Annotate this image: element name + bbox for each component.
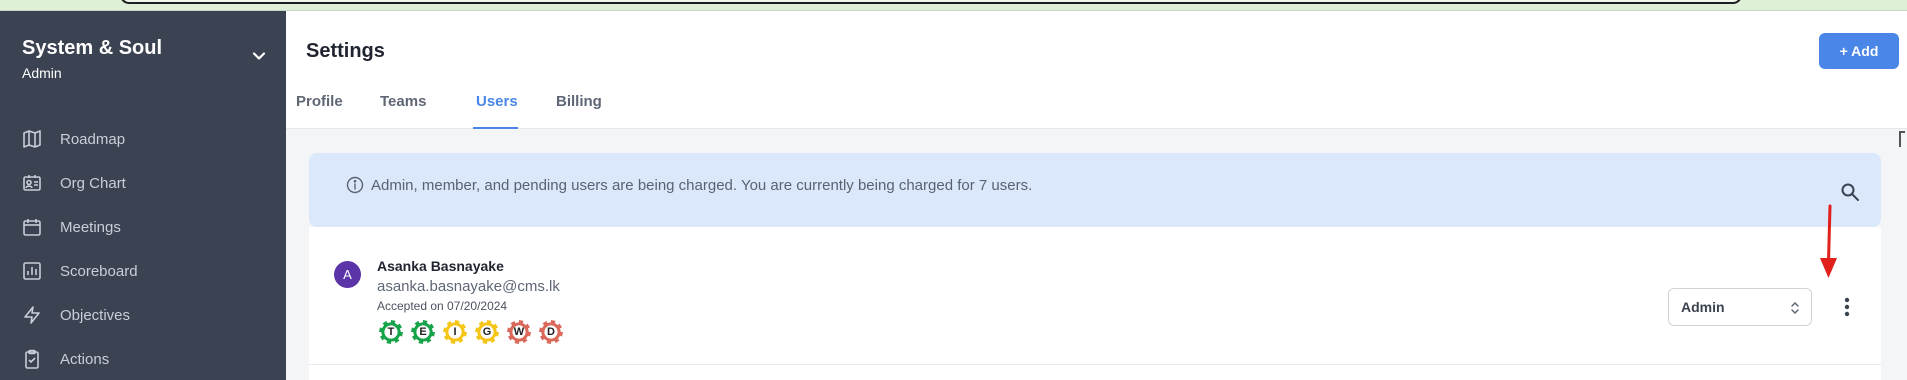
main-area: Settings + Add Profile Teams Users Billi…	[286, 11, 1907, 380]
org-switcher[interactable]: System & Soul Admin	[22, 37, 162, 81]
sidebar-nav: Roadmap Org Chart Meetings Scoreboard Ob…	[0, 117, 286, 380]
search-icon[interactable]	[1840, 182, 1860, 202]
badge-t-icon: T	[378, 319, 404, 345]
settings-header: Settings + Add Profile Teams Users Billi…	[286, 11, 1907, 129]
clipboard-check-icon	[25, 349, 39, 369]
sidebar-item-label: Org Chart	[60, 174, 126, 192]
lightning-icon	[24, 306, 40, 324]
role-select[interactable]: Admin	[1668, 288, 1812, 326]
badge-letter: D	[547, 326, 555, 338]
info-icon	[346, 176, 364, 194]
sidebar-item-roadmap[interactable]: Roadmap	[0, 117, 286, 161]
role-select-value: Admin	[1681, 299, 1725, 315]
badge-w-icon: W	[506, 319, 532, 345]
sidebar: System & Soul Admin Roadmap Org Chart Me…	[0, 11, 286, 380]
badge-i-icon: I	[442, 319, 468, 345]
sidebar-item-scoreboard[interactable]: Scoreboard	[0, 249, 286, 293]
add-button[interactable]: + Add	[1819, 33, 1899, 69]
badge-letter: E	[419, 326, 427, 338]
billing-info-banner: Admin, member, and pending users are bei…	[309, 153, 1881, 227]
sidebar-item-label: Actions	[60, 350, 110, 368]
org-name: System & Soul	[22, 37, 163, 59]
annotation-arrow-icon	[1820, 204, 1837, 278]
map-icon	[23, 130, 41, 148]
sidebar-item-label: Objectives	[60, 306, 131, 324]
sidebar-item-label: Roadmap	[60, 130, 126, 148]
avatar: A	[334, 261, 361, 288]
sidebar-item-org-chart[interactable]: Org Chart	[0, 161, 286, 205]
tab-profile[interactable]: Profile	[296, 93, 343, 129]
user-accepted-date: Accepted on 07/20/2024	[377, 299, 508, 313]
calendar-icon	[23, 219, 41, 236]
org-role: Admin	[22, 65, 62, 81]
tab-users[interactable]: Users	[476, 93, 518, 129]
user-row: A Asanka Basnayake asanka.basnayake@cms.…	[309, 227, 1881, 380]
sidebar-item-label: Scoreboard	[60, 262, 138, 280]
user-name: Asanka Basnayake	[377, 258, 504, 274]
users-content: Admin, member, and pending users are bei…	[286, 129, 1907, 380]
badge-e-icon: E	[410, 319, 436, 345]
browser-top-strip	[0, 0, 1907, 11]
id-card-icon	[23, 175, 41, 191]
user-email: asanka.basnayake@cms.lk	[377, 278, 560, 295]
sidebar-item-objectives[interactable]: Objectives	[0, 293, 286, 337]
chevron-down-icon[interactable]	[252, 49, 266, 63]
badge-d-icon: D	[538, 319, 564, 345]
sidebar-item-actions[interactable]: Actions	[0, 337, 286, 380]
sidebar-item-meetings[interactable]: Meetings	[0, 205, 286, 249]
scrollbar-edge[interactable]	[1899, 131, 1905, 147]
badge-g-icon: G	[474, 319, 500, 345]
badge-letter: G	[482, 326, 492, 338]
sidebar-item-label: Meetings	[60, 218, 121, 236]
address-bar-outline	[120, 0, 1742, 4]
badge-letter: T	[387, 326, 395, 338]
badge-letter: W	[513, 326, 525, 338]
tab-teams[interactable]: Teams	[380, 93, 426, 129]
row-divider	[309, 364, 1881, 365]
tab-billing[interactable]: Billing	[556, 93, 602, 129]
badge-letter: I	[453, 326, 457, 338]
page-title: Settings	[306, 40, 385, 62]
bar-chart-icon	[23, 262, 41, 280]
billing-info-text: Admin, member, and pending users are bei…	[371, 177, 1033, 194]
more-options-icon[interactable]	[1842, 295, 1852, 319]
sort-arrows-icon	[1791, 302, 1799, 314]
